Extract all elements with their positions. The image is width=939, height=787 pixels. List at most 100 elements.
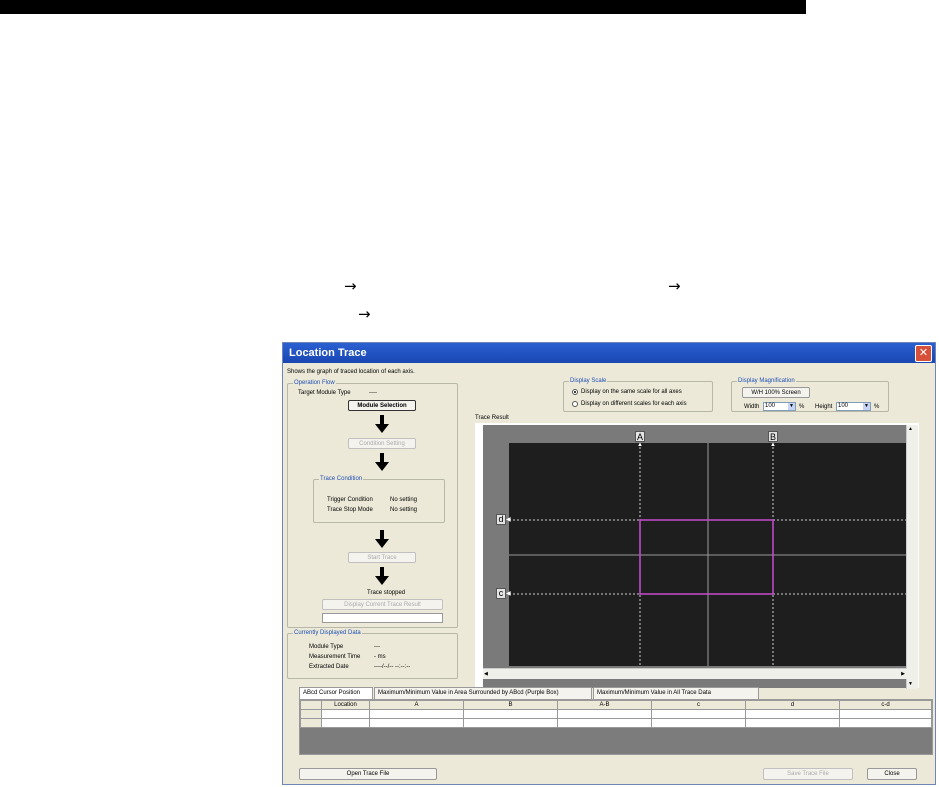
table-cell[interactable] <box>557 709 652 719</box>
trace-status: Trace stopped <box>367 590 406 596</box>
table-cell[interactable] <box>839 709 932 719</box>
cursor-a-marker-icon: ▲ <box>637 442 643 448</box>
currently-displayed-data-group: Currently Displayed Data Module Type ---… <box>287 629 458 679</box>
height-combo[interactable]: 100 ▼ <box>836 402 871 411</box>
table-row[interactable] <box>300 709 932 719</box>
window-title: Location Trace <box>289 347 367 359</box>
tab-max-min-area[interactable]: Maximum/Minimum Value in Area Surrounded… <box>374 687 592 699</box>
cursor-c-label[interactable]: c <box>496 588 506 599</box>
manual-header-bar <box>0 0 806 14</box>
column-header: Location <box>321 700 370 710</box>
table-row[interactable] <box>300 718 932 728</box>
module-type-label: Module Type <box>309 644 344 650</box>
display-magnification-label: Display Magnification <box>737 377 796 385</box>
scroll-up-icon[interactable]: ▲ <box>908 426 913 432</box>
flow-down-arrow-icon <box>375 530 389 548</box>
table-cell[interactable] <box>463 718 558 728</box>
cursor-b-marker-icon: ▲ <box>770 442 776 448</box>
table-cell[interactable] <box>651 718 746 728</box>
target-module-value: ---- <box>369 390 377 396</box>
module-type-value: --- <box>374 644 380 650</box>
table-cell[interactable] <box>321 718 370 728</box>
table-cell[interactable] <box>745 718 840 728</box>
chevron-down-icon[interactable]: ▼ <box>788 403 795 410</box>
cursor-d-marker-icon: ◀ <box>506 517 511 523</box>
row-header-cell <box>300 709 322 719</box>
flow-down-arrow-icon <box>375 567 389 585</box>
flow-down-arrow-icon <box>375 453 389 471</box>
open-trace-file-button[interactable]: Open Trace File <box>299 768 437 780</box>
height-unit: % <box>874 404 880 410</box>
module-selection-button[interactable]: Module Selection <box>348 400 416 411</box>
row-header-cell <box>300 718 322 728</box>
operation-flow-label: Operation Flow <box>293 379 336 387</box>
scroll-left-icon[interactable]: ◀ <box>484 670 488 678</box>
same-scale-radio[interactable] <box>572 389 578 395</box>
column-header: c <box>651 700 746 710</box>
display-scale-label: Display Scale <box>569 377 608 385</box>
operation-flow-group: Operation Flow Target Module Type ---- M… <box>287 379 458 628</box>
table-cell[interactable] <box>321 709 370 719</box>
measurement-time-label: Measurement Time <box>309 654 361 660</box>
cursor-position-table: Location A B A-B c d c-d <box>300 700 932 728</box>
cursor-a-label[interactable]: A <box>635 431 645 442</box>
extracted-date-label: Extracted Date <box>309 664 349 670</box>
same-scale-label: Display on the same scale for all axes <box>581 389 682 395</box>
manual-arrow-3: → <box>358 305 371 323</box>
tab-abcd-cursor-position[interactable]: ABcd Cursor Position <box>299 687 373 699</box>
table-cell[interactable] <box>369 709 464 719</box>
cursor-d-label[interactable]: d <box>496 514 506 525</box>
column-header: A-B <box>557 700 652 710</box>
manual-arrow-1: → <box>344 277 357 295</box>
cursor-position-grid: Location A B A-B c d c-d <box>299 699 933 755</box>
scroll-down-icon[interactable]: ▼ <box>908 681 913 687</box>
table-cell[interactable] <box>745 709 840 719</box>
cursor-c-marker-icon: ◀ <box>506 591 511 597</box>
table-cell[interactable] <box>839 718 932 728</box>
different-scale-radio[interactable] <box>572 401 578 407</box>
column-header: c-d <box>839 700 932 710</box>
tab-max-min-all[interactable]: Maximum/Minimum Value in All Trace Data <box>593 687 759 699</box>
close-button[interactable]: Close <box>867 768 917 780</box>
table-cell[interactable] <box>557 718 652 728</box>
start-trace-button[interactable]: Start Trace <box>348 552 416 563</box>
vertical-scrollbar[interactable]: ▲ ▼ <box>906 425 918 689</box>
chevron-down-icon[interactable]: ▼ <box>863 403 870 410</box>
cursor-b-label[interactable]: B <box>768 431 778 442</box>
trace-stop-mode-label: Trace Stop Mode <box>327 507 373 513</box>
column-header: B <box>463 700 558 710</box>
close-icon[interactable]: ✕ <box>915 345 932 362</box>
flow-down-arrow-icon <box>375 415 389 433</box>
width-label: Width <box>744 404 760 410</box>
extracted-date-value: ----/--/-- --:--:-- <box>374 664 411 670</box>
display-magnification-group: Display Magnification W/H 100% Screen Wi… <box>731 377 889 412</box>
trace-condition-group: Trace Condition Trigger Condition No set… <box>313 475 445 523</box>
wh-100-screen-button[interactable]: W/H 100% Screen <box>742 387 810 398</box>
scroll-right-icon[interactable]: ▶ <box>901 670 905 678</box>
horizontal-scrollbar[interactable]: ◀ ▶ <box>483 668 907 679</box>
height-value: 100 <box>838 403 849 409</box>
measurement-time-value: - ms <box>374 654 386 660</box>
table-cell[interactable] <box>463 709 558 719</box>
location-trace-window: Location Trace ✕ Shows the graph of trac… <box>282 342 936 785</box>
width-combo[interactable]: 100 ▼ <box>763 402 796 411</box>
trace-condition-label: Trace Condition <box>319 475 364 483</box>
currently-displayed-data-label: Currently Displayed Data <box>293 629 362 637</box>
table-header-row: Location A B A-B c d c-d <box>300 700 932 710</box>
display-current-trace-result-button[interactable]: Display Current Trace Result <box>322 599 443 610</box>
manual-arrow-2: → <box>668 277 681 295</box>
width-value: 100 <box>765 403 776 409</box>
display-scale-group: Display Scale Display on the same scale … <box>563 377 713 412</box>
row-header-cell <box>300 700 322 710</box>
trigger-condition-value: No setting <box>390 497 418 503</box>
trace-result-label: Trace Result <box>475 415 509 421</box>
save-trace-file-button[interactable]: Save Trace File <box>763 768 853 780</box>
condition-setting-button[interactable]: Condition Setting <box>348 438 416 449</box>
column-header: d <box>745 700 840 710</box>
trigger-condition-label: Trigger Condition <box>327 497 373 503</box>
target-module-label: Target Module Type <box>298 390 351 396</box>
different-scale-label: Display on different scales for each axi… <box>581 401 687 407</box>
title-bar: Location Trace ✕ <box>283 343 935 363</box>
table-cell[interactable] <box>651 709 746 719</box>
table-cell[interactable] <box>369 718 464 728</box>
